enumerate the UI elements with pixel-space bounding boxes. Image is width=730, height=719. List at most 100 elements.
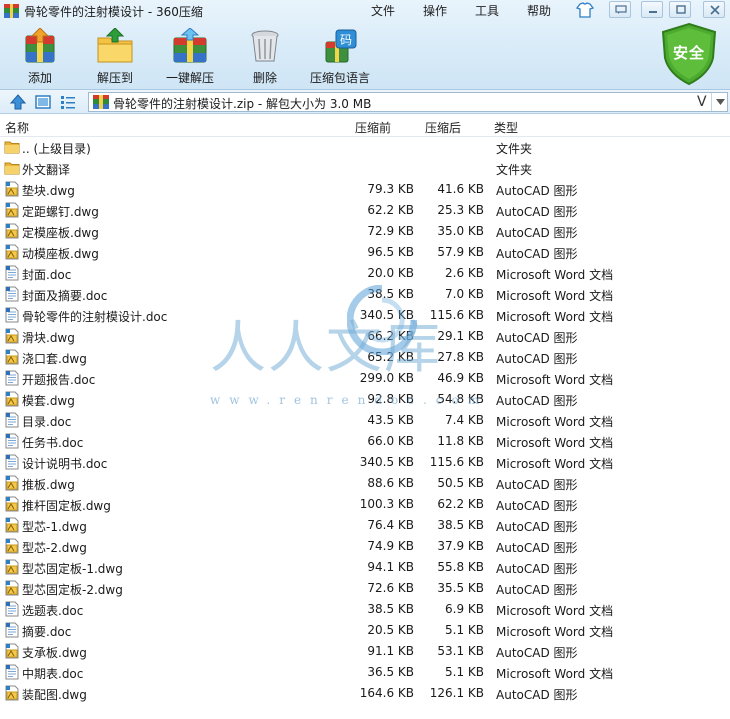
add-label: 添加 (27, 71, 52, 85)
file-row[interactable]: 摘要.doc 20.5 KB 5.1 KB Microsoft Word 文档 (0, 620, 730, 641)
file-packed-size: 340.5 KB (359, 308, 414, 322)
menu-tools[interactable]: 工具 (475, 2, 499, 19)
file-unpacked-size: 2.6 KB (445, 266, 484, 280)
file-row[interactable]: 封面.doc 20.0 KB 2.6 KB Microsoft Word 文档 (0, 263, 730, 284)
close-button[interactable] (703, 1, 725, 18)
file-row[interactable]: 定距螺钉.dwg 62.2 KB 25.3 KB AutoCAD 图形 (0, 200, 730, 221)
one-click-extract-button[interactable]: 一键解压 (155, 26, 225, 86)
autocad-file-icon (4, 685, 20, 701)
file-row[interactable]: 型芯-2.dwg 74.9 KB 37.9 KB AutoCAD 图形 (0, 536, 730, 557)
window-title: 骨轮零件的注射模设计 - 360压缩 (24, 5, 203, 19)
menu-operation[interactable]: 操作 (423, 2, 447, 19)
zip-archive-icon (93, 95, 109, 109)
word-document-icon (4, 433, 20, 449)
column-packed[interactable]: 压缩前 (355, 119, 391, 136)
feedback-button[interactable] (609, 1, 631, 18)
file-row[interactable]: 设计说明书.doc 340.5 KB 115.6 KB Microsoft Word … (0, 452, 730, 473)
file-unpacked-size: 5.1 KB (445, 623, 484, 637)
autocad-file-icon (4, 391, 20, 407)
file-row[interactable]: 任务书.doc 66.0 KB 11.8 KB Microsoft Word 文档 (0, 431, 730, 452)
file-name: 推杆固定板.dwg (22, 499, 111, 513)
file-row[interactable]: 滑块.dwg 66.2 KB 29.1 KB AutoCAD 图形 (0, 326, 730, 347)
file-packed-size: 96.5 KB (367, 245, 414, 259)
autocad-file-icon (4, 496, 20, 512)
file-row[interactable]: 开题报告.doc 299.0 KB 46.9 KB Microsoft Word 文档 (0, 368, 730, 389)
file-unpacked-size: 6.9 KB (445, 602, 484, 616)
file-row[interactable]: 动模座板.dwg 96.5 KB 57.9 KB AutoCAD 图形 (0, 242, 730, 263)
file-name: 选题表.doc (22, 604, 84, 618)
file-packed-size: 66.2 KB (367, 329, 414, 343)
file-name: 封面.doc (22, 268, 72, 282)
list-view-icon[interactable] (60, 94, 76, 110)
file-packed-size: 79.3 KB (367, 182, 414, 196)
file-type: Microsoft Word 文档 (496, 667, 614, 681)
file-row[interactable]: 封面及摘要.doc 38.5 KB 7.0 KB Microsoft Word 文档 (0, 284, 730, 305)
file-row[interactable]: .. (上级目录) 文件夹 (0, 137, 730, 158)
delete-button[interactable]: 删除 (230, 26, 300, 86)
file-type: AutoCAD 图形 (496, 520, 578, 534)
file-row[interactable]: 垫块.dwg 79.3 KB 41.6 KB AutoCAD 图形 (0, 179, 730, 200)
file-type: AutoCAD 图形 (496, 394, 578, 408)
file-name: 型芯固定板-2.dwg (22, 583, 123, 597)
file-type: AutoCAD 图形 (496, 331, 578, 345)
add-button[interactable]: 添加 (5, 26, 75, 86)
maximize-button[interactable] (669, 1, 691, 18)
file-type: AutoCAD 图形 (496, 226, 578, 240)
file-row[interactable]: 选题表.doc 38.5 KB 6.9 KB Microsoft Word 文档 (0, 599, 730, 620)
file-row[interactable]: 定模座板.dwg 72.9 KB 35.0 KB AutoCAD 图形 (0, 221, 730, 242)
delete-trash-icon (245, 28, 285, 64)
file-row[interactable]: 骨轮零件的注射模设计.doc 340.5 KB 115.6 KB Microsoft … (0, 305, 730, 326)
column-unpacked[interactable]: 压缩后 (425, 119, 461, 136)
file-unpacked-size: 50.5 KB (437, 476, 484, 490)
archive-language-button[interactable]: 码 压缩包语言 (305, 26, 375, 86)
autocad-file-icon (4, 349, 20, 365)
file-row[interactable]: 模套.dwg 92.8 KB 54.8 KB AutoCAD 图形 (0, 389, 730, 410)
file-row[interactable]: 型芯固定板-2.dwg 72.6 KB 35.5 KB AutoCAD 图形 (0, 578, 730, 599)
app-logo-icon (4, 4, 19, 18)
file-name: 垫块.dwg (22, 184, 75, 198)
file-row[interactable]: 型芯-1.dwg 76.4 KB 38.5 KB AutoCAD 图形 (0, 515, 730, 536)
address-text: 骨轮零件的注射模设计.zip - 解包大小为 3.0 MB (113, 97, 372, 111)
autocad-file-icon (4, 181, 20, 197)
file-row[interactable]: 支承板.dwg 91.1 KB 53.1 KB AutoCAD 图形 (0, 641, 730, 662)
skin-shirt-icon[interactable] (575, 1, 595, 19)
file-type: Microsoft Word 文档 (496, 604, 614, 618)
file-row[interactable]: 中期表.doc 36.5 KB 5.1 KB Microsoft Word 文档 (0, 662, 730, 683)
file-row[interactable]: 外文翻译 文件夹 (0, 158, 730, 179)
file-type: Microsoft Word 文档 (496, 436, 614, 450)
file-row[interactable]: 目录.doc 43.5 KB 7.4 KB Microsoft Word 文档 (0, 410, 730, 431)
file-row[interactable]: 装配图.dwg 164.6 KB 126.1 KB AutoCAD 图形 (0, 683, 730, 704)
thumbnail-view-icon[interactable] (35, 94, 51, 110)
file-row[interactable]: 型芯固定板-1.dwg 94.1 KB 55.8 KB AutoCAD 图形 (0, 557, 730, 578)
column-type[interactable]: 类型 (494, 119, 518, 136)
minimize-button[interactable] (641, 1, 663, 18)
file-type: AutoCAD 图形 (496, 646, 578, 660)
up-folder-icon[interactable] (9, 94, 27, 110)
word-document-icon (4, 412, 20, 428)
address-field[interactable]: 骨轮零件的注射模设计.zip - 解包大小为 3.0 MB V (88, 92, 728, 112)
file-unpacked-size: 41.6 KB (437, 182, 484, 196)
file-name: 滑块.dwg (22, 331, 75, 345)
file-name: 型芯固定板-1.dwg (22, 562, 123, 576)
file-unpacked-size: 46.9 KB (437, 371, 484, 385)
file-row[interactable]: 浇口套.dwg 65.2 KB 27.8 KB AutoCAD 图形 (0, 347, 730, 368)
security-shield-button[interactable]: 安全 (660, 22, 718, 86)
menu-help[interactable]: 帮助 (527, 2, 551, 19)
file-type: Microsoft Word 文档 (496, 415, 614, 429)
file-name: 摘要.doc (22, 625, 72, 639)
file-name: 型芯-1.dwg (22, 520, 87, 534)
file-row[interactable]: 推杆固定板.dwg 100.3 KB 62.2 KB AutoCAD 图形 (0, 494, 730, 515)
file-row[interactable]: 推板.dwg 88.6 KB 50.5 KB AutoCAD 图形 (0, 473, 730, 494)
autocad-file-icon (4, 475, 20, 491)
column-name[interactable]: 名称 (5, 119, 29, 136)
file-name: 外文翻译 (22, 163, 71, 177)
extract-to-button[interactable]: 解压到 (80, 26, 150, 86)
menu-file[interactable]: 文件 (371, 2, 395, 19)
word-document-icon (4, 307, 20, 323)
file-type: AutoCAD 图形 (496, 583, 578, 597)
file-type: AutoCAD 图形 (496, 499, 578, 513)
file-name: 定模座板.dwg (22, 226, 99, 240)
address-dropdown-button[interactable] (711, 93, 728, 111)
autocad-file-icon (4, 517, 20, 533)
file-packed-size: 66.0 KB (367, 434, 414, 448)
